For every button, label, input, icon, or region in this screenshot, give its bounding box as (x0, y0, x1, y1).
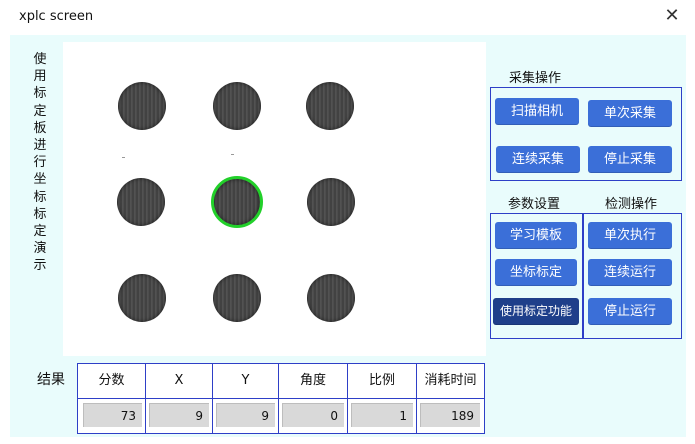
caption-char: 标 (33, 86, 47, 102)
calibration-dot (213, 82, 261, 130)
header-score: 分数 (78, 364, 146, 398)
continuous-run-button[interactable]: 连续运行 (588, 259, 672, 286)
column-divider (145, 398, 146, 433)
header-angle: 角度 (279, 364, 348, 398)
caption-char: 标 (33, 206, 47, 222)
value-angle: 0 (282, 403, 344, 427)
selected-calibration-dot (211, 176, 263, 228)
caption-char: 定 (33, 224, 47, 240)
caption-char: 坐 (33, 172, 47, 188)
params-group-label: 参数设置 (508, 197, 561, 212)
stop-capture-button[interactable]: 停止采集 (588, 146, 672, 173)
caption-char: 演 (33, 241, 47, 257)
column-divider (347, 398, 348, 433)
header-divider (78, 398, 484, 399)
results-label: 结果 (37, 372, 65, 388)
value-time: 189 (420, 403, 480, 427)
calibration-dot (118, 82, 166, 130)
value-scale: 1 (351, 403, 413, 427)
vertical-caption: 使 用 标 定 板 进 行 坐 标 标 定 演 示 (30, 51, 50, 275)
close-icon[interactable]: ✕ (660, 4, 684, 28)
calibration-dot (117, 178, 165, 226)
single-capture-button[interactable]: 单次采集 (588, 100, 672, 127)
value-x: 9 (149, 403, 209, 427)
image-noise (122, 157, 125, 158)
value-score: 73 (83, 403, 142, 427)
caption-char: 标 (33, 189, 47, 205)
calibration-dot (213, 274, 261, 322)
caption-char: 用 (33, 69, 47, 85)
learn-template-button[interactable]: 学习模板 (495, 222, 577, 249)
single-execute-button[interactable]: 单次执行 (588, 222, 672, 249)
column-divider (416, 398, 417, 433)
detect-group-label: 检测操作 (605, 197, 658, 212)
caption-char: 行 (33, 155, 47, 171)
capture-group-label: 采集操作 (509, 71, 562, 86)
column-divider (278, 398, 279, 433)
header-y: Y (213, 364, 279, 398)
stop-run-button[interactable]: 停止运行 (588, 298, 672, 325)
caption-char: 示 (33, 258, 47, 274)
caption-char: 进 (33, 138, 47, 154)
window-title: xplc screen (19, 9, 94, 24)
calibration-dot (307, 274, 355, 322)
header-scale: 比例 (348, 364, 417, 398)
calibration-dot (307, 178, 355, 226)
image-noise (231, 154, 234, 155)
header-time: 消耗时间 (424, 373, 477, 388)
camera-image-view[interactable] (63, 42, 486, 356)
scan-camera-button[interactable]: 扫描相机 (495, 98, 579, 125)
coordinate-calibration-button[interactable]: 坐标标定 (495, 259, 577, 286)
caption-char: 使 (33, 52, 47, 67)
calibration-dot (306, 82, 354, 130)
results-table: 分数 X Y 角度 比例 消耗时间 73 9 9 0 1 189 (77, 363, 485, 434)
calibration-dot (118, 274, 166, 322)
continuous-capture-button[interactable]: 连续采集 (496, 146, 580, 173)
title-bar: xplc screen ✕ (0, 0, 695, 34)
use-calibration-button[interactable]: 使用标定功能 (493, 298, 579, 325)
caption-char: 板 (33, 120, 47, 136)
value-y: 9 (216, 403, 275, 427)
header-x: X (146, 364, 213, 398)
caption-char: 定 (33, 103, 47, 119)
column-divider (212, 398, 213, 433)
